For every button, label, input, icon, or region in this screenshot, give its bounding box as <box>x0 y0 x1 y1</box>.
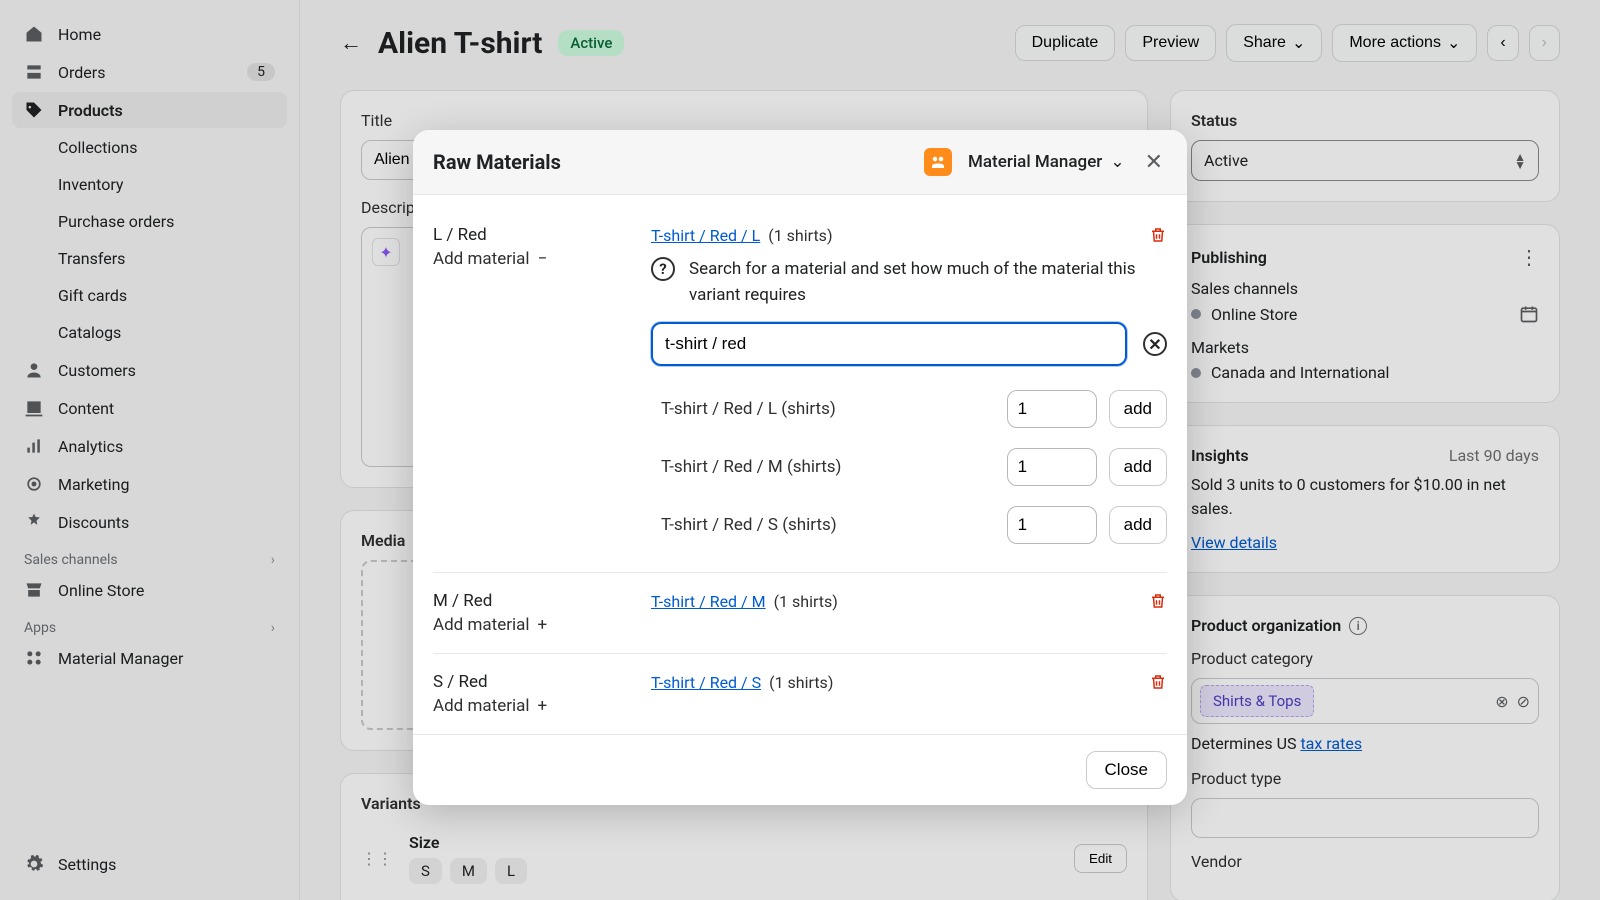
search-result: T-shirt / Red / M (shirts) add <box>651 438 1167 496</box>
close-button[interactable]: Close <box>1086 751 1167 789</box>
clear-search-icon[interactable]: ✕ <box>1143 332 1167 356</box>
variant-s-red: S / Red Add material+ T-shirt / Red / S … <box>433 654 1167 734</box>
variant-name: L / Red <box>433 225 643 245</box>
result-label: T-shirt / Red / L (shirts) <box>661 399 995 419</box>
material-link[interactable]: T-shirt / Red / S <box>651 673 761 692</box>
help-icon: ? <box>651 257 675 281</box>
close-icon[interactable]: ✕ <box>1141 150 1167 175</box>
raw-materials-modal: Raw Materials Material Manager⌄ ✕ L / Re… <box>413 130 1187 805</box>
variant-m-red: M / Red Add material+ T-shirt / Red / M … <box>433 573 1167 654</box>
variant-l-red: L / Red Add material− T-shirt / Red / L … <box>433 207 1167 573</box>
plus-icon: + <box>538 696 548 716</box>
material-manager-dropdown[interactable]: Material Manager⌄ <box>968 152 1125 172</box>
search-result: T-shirt / Red / S (shirts) add <box>651 496 1167 554</box>
quantity-input[interactable] <box>1007 448 1097 486</box>
modal-overlay: Raw Materials Material Manager⌄ ✕ L / Re… <box>0 0 1600 900</box>
help-text: Search for a material and set how much o… <box>689 257 1167 308</box>
material-link[interactable]: T-shirt / Red / M <box>651 592 766 611</box>
modal-title: Raw Materials <box>433 150 908 174</box>
quantity-input[interactable] <box>1007 390 1097 428</box>
chevron-down-icon: ⌄ <box>1110 152 1124 172</box>
material-manager-icon <box>924 148 952 176</box>
variant-name: M / Red <box>433 591 643 611</box>
material-qty: (1 shirts) <box>769 673 833 692</box>
add-material-toggle[interactable]: Add material− <box>433 249 643 269</box>
quantity-input[interactable] <box>1007 506 1097 544</box>
plus-icon: + <box>538 615 548 635</box>
modal-header: Raw Materials Material Manager⌄ ✕ <box>413 130 1187 195</box>
material-link[interactable]: T-shirt / Red / L <box>651 226 760 245</box>
search-result: T-shirt / Red / L (shirts) add <box>651 380 1167 438</box>
trash-icon[interactable] <box>1149 672 1167 692</box>
add-material-toggle[interactable]: Add material+ <box>433 696 643 716</box>
trash-icon[interactable] <box>1149 225 1167 245</box>
trash-icon[interactable] <box>1149 591 1167 611</box>
material-qty: (1 shirts) <box>774 592 838 611</box>
material-search-input[interactable] <box>651 322 1127 366</box>
result-label: T-shirt / Red / S (shirts) <box>661 515 995 535</box>
variant-name: S / Red <box>433 672 643 692</box>
add-button[interactable]: add <box>1109 448 1167 486</box>
minus-icon: − <box>538 249 548 269</box>
modal-footer: Close <box>413 734 1187 805</box>
add-button[interactable]: add <box>1109 506 1167 544</box>
add-material-toggle[interactable]: Add material+ <box>433 615 643 635</box>
result-label: T-shirt / Red / M (shirts) <box>661 457 995 477</box>
add-button[interactable]: add <box>1109 390 1167 428</box>
material-qty: (1 shirts) <box>768 226 832 245</box>
